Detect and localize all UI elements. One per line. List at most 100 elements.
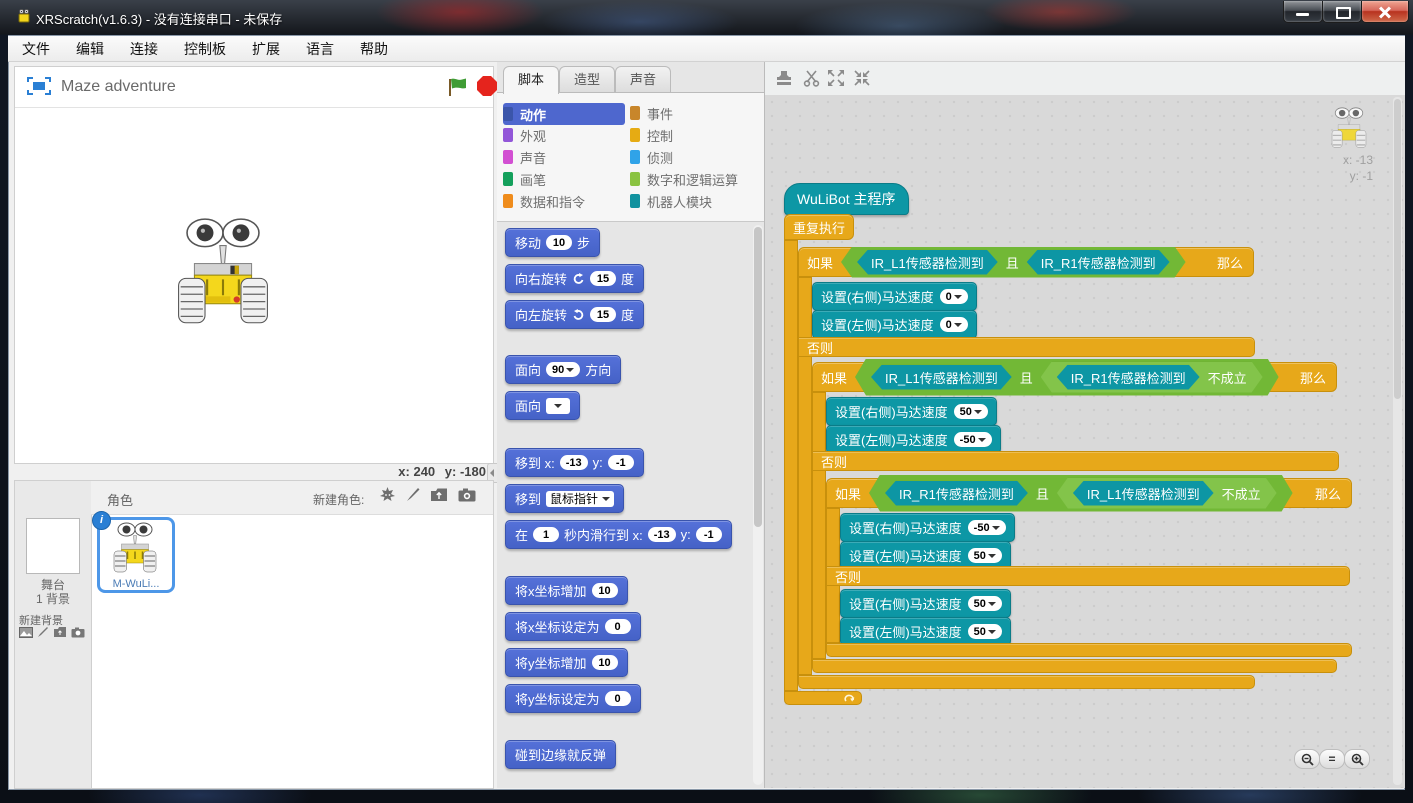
y-input[interactable]: 0 — [605, 691, 631, 706]
upload-icon[interactable] — [430, 487, 448, 502]
set-right-motor-block[interactable]: 设置(右侧)马达速度 50 — [826, 397, 997, 426]
hat-block-main-program[interactable]: WuLiBot 主程序 — [784, 183, 909, 215]
speed-dropdown[interactable]: 50 — [968, 624, 1002, 639]
forever-block-footer[interactable] — [784, 691, 862, 705]
set-right-motor-block[interactable]: 设置(右侧)马达速度 50 — [840, 589, 1011, 618]
category-motion[interactable]: 动作 — [503, 103, 625, 125]
grow-icon[interactable] — [827, 69, 845, 87]
degrees-input[interactable]: 15 — [590, 271, 616, 286]
dx-input[interactable]: 10 — [592, 583, 618, 598]
x-input[interactable]: -13 — [648, 527, 676, 542]
goto-target-dropdown[interactable]: 鼠标指针 — [546, 491, 614, 507]
category-sensing[interactable]: 侦测 — [630, 147, 673, 167]
category-events[interactable]: 事件 — [630, 103, 673, 123]
menu-language[interactable]: 语言 — [306, 39, 334, 59]
minimize-button[interactable] — [1283, 1, 1323, 23]
stage-thumbnail[interactable] — [26, 518, 80, 574]
direction-dropdown[interactable]: 90 — [546, 362, 580, 377]
zoom-reset-button[interactable]: = — [1319, 749, 1345, 769]
palette-block-change-y[interactable]: 将y坐标增加10 — [505, 648, 628, 677]
secs-input[interactable]: 1 — [533, 527, 559, 542]
target-dropdown[interactable] — [546, 398, 570, 414]
palette-block-goto-mouse[interactable]: 移到 鼠标指针 — [505, 484, 624, 513]
project-title[interactable]: Maze adventure — [61, 78, 176, 96]
and-operator[interactable]: IR_L1传感器检测到 且 IR_R1传感器检测到 不成立 — [855, 359, 1279, 396]
category-operators[interactable]: 数字和逻辑运算 — [630, 169, 738, 189]
palette-block-move[interactable]: 移动10步 — [505, 228, 600, 257]
forever-block-header[interactable]: 重复执行 — [784, 214, 854, 240]
speed-dropdown[interactable]: 0 — [940, 289, 968, 304]
stage-sprite-robot[interactable] — [175, 217, 271, 327]
if-block-1-end-bar[interactable] — [798, 675, 1255, 689]
palette-block-point-towards[interactable]: 面向 — [505, 391, 580, 420]
steps-input[interactable]: 10 — [546, 235, 572, 250]
y-input[interactable]: -1 — [608, 455, 634, 470]
x-input[interactable]: 0 — [605, 619, 631, 634]
sprite-library-icon[interactable] — [379, 486, 396, 503]
speed-dropdown[interactable]: 50 — [968, 548, 1002, 563]
set-left-motor-block[interactable]: 设置(左侧)马达速度 50 — [840, 617, 1011, 646]
menu-file[interactable]: 文件 — [22, 39, 50, 59]
paintbrush-icon[interactable] — [37, 626, 49, 638]
palette-block-turn-right[interactable]: 向右旋转 15度 — [505, 264, 644, 293]
tab-sounds[interactable]: 声音 — [615, 66, 671, 92]
script-canvas[interactable]: WuLiBot 主程序 重复执行 如果 IR_L1传感器检测到 且 IR_R1传… — [765, 95, 1405, 788]
speed-dropdown[interactable]: -50 — [954, 432, 992, 447]
speed-dropdown[interactable]: -50 — [968, 520, 1006, 535]
dy-input[interactable]: 10 — [592, 655, 618, 670]
sensor-ir-l1[interactable]: IR_L1传感器检测到 — [871, 365, 1012, 390]
tab-scripts[interactable]: 脚本 — [503, 66, 559, 94]
palette-block-turn-left[interactable]: 向左旋转 15度 — [505, 300, 644, 329]
speed-dropdown[interactable]: 0 — [940, 317, 968, 332]
stamp-icon[interactable] — [775, 69, 793, 87]
menu-board[interactable]: 控制板 — [184, 39, 226, 59]
palette-block-change-x[interactable]: 将x坐标增加10 — [505, 576, 628, 605]
tab-costumes[interactable]: 造型 — [559, 66, 615, 92]
not-operator[interactable]: IR_L1传感器检测到 不成立 — [1057, 478, 1277, 509]
if-block-1-else-bar[interactable]: 否则 — [798, 337, 1255, 357]
and-operator[interactable]: IR_R1传感器检测到 且 IR_L1传感器检测到 不成立 — [869, 475, 1293, 512]
set-right-motor-block[interactable]: 设置(右侧)马达速度 0 — [812, 282, 977, 311]
category-pen[interactable]: 画笔 — [503, 169, 546, 189]
if-block-2-else-bar[interactable]: 否则 — [812, 451, 1339, 471]
set-right-motor-block[interactable]: 设置(右侧)马达速度 -50 — [840, 513, 1015, 542]
sensor-ir-r1[interactable]: IR_R1传感器检测到 — [1027, 250, 1170, 275]
paintbrush-icon[interactable] — [406, 487, 420, 502]
if-block-2-end-bar[interactable] — [812, 659, 1337, 673]
x-input[interactable]: -13 — [560, 455, 588, 470]
menu-edit[interactable]: 编辑 — [76, 39, 104, 59]
palette-block-set-y[interactable]: 将y坐标设定为0 — [505, 684, 641, 713]
category-data[interactable]: 数据和指令 — [503, 191, 585, 211]
degrees-input[interactable]: 15 — [590, 307, 616, 322]
category-looks[interactable]: 外观 — [503, 125, 546, 145]
sprite-tile-selected[interactable]: i M-WuLi... — [97, 517, 175, 593]
forever-block-arm[interactable] — [784, 240, 798, 691]
category-robot[interactable]: 机器人模块 — [630, 191, 712, 211]
category-sound[interactable]: 声音 — [503, 147, 546, 167]
sensor-ir-l1[interactable]: IR_L1传感器检测到 — [857, 250, 998, 275]
set-left-motor-block[interactable]: 设置(左侧)马达速度 0 — [812, 310, 977, 339]
image-icon[interactable] — [19, 627, 33, 638]
sensor-ir-r1[interactable]: IR_R1传感器检测到 — [885, 481, 1028, 506]
scissors-icon[interactable] — [803, 69, 821, 87]
palette-block-bounce[interactable]: 碰到边缘就反弹 — [505, 740, 616, 769]
if-block-3-header[interactable]: 如果 IR_R1传感器检测到 且 IR_L1传感器检测到 不成立 那么 — [826, 478, 1352, 508]
not-operator[interactable]: IR_R1传感器检测到 不成立 — [1041, 362, 1263, 393]
green-flag-icon[interactable] — [447, 77, 469, 97]
set-left-motor-block[interactable]: 设置(左侧)马达速度 -50 — [826, 425, 1001, 454]
palette-block-glide[interactable]: 在1 秒内滑行到 x:-13 y:-1 — [505, 520, 732, 549]
y-input[interactable]: -1 — [696, 527, 722, 542]
menu-help[interactable]: 帮助 — [360, 39, 388, 59]
script-scrollbar[interactable] — [1393, 97, 1402, 785]
close-button[interactable] — [1361, 1, 1409, 23]
sprite-info-badge[interactable]: i — [92, 511, 111, 530]
if-block-2-arm[interactable] — [812, 392, 826, 659]
menu-connect[interactable]: 连接 — [130, 39, 158, 59]
camera-icon[interactable] — [458, 488, 476, 502]
speed-dropdown[interactable]: 50 — [954, 404, 988, 419]
palette-scrollbar[interactable] — [753, 225, 763, 785]
zoom-in-button[interactable] — [1344, 749, 1370, 769]
sensor-ir-r1[interactable]: IR_R1传感器检测到 — [1057, 365, 1200, 390]
palette-block-goto-xy[interactable]: 移到 x:-13 y:-1 — [505, 448, 644, 477]
camera-icon[interactable] — [71, 627, 85, 638]
